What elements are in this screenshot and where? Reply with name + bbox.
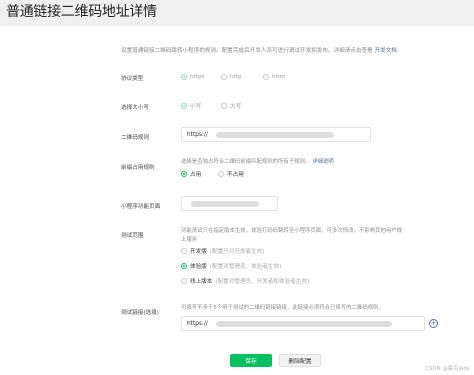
- protocol-option-label: http: [230, 74, 242, 80]
- test-scope-hint-line: 功能测试只在指定版本生效，体验打码码跳转至小程序页面，可多次修改，不影响其他用户…: [181, 228, 403, 234]
- test-scope-option-label: 开发版: [190, 249, 207, 255]
- prefix-hint-text: 选择是否独占符合二维码前缀匹配规则的所有子规则。: [181, 159, 311, 165]
- test-scope-option-release[interactable]: 线上版本 (配置对管理员、开发者和体验者生效): [181, 277, 309, 285]
- radio-icon: [218, 171, 224, 177]
- redacted-text: [215, 131, 334, 138]
- protocol-option-https[interactable]: https: [181, 74, 204, 80]
- protocol-option-http[interactable]: http: [221, 74, 241, 80]
- dev-docs-link[interactable]: 开发文档: [375, 48, 397, 54]
- test-scope-option-label: 体验版: [190, 264, 207, 270]
- case-option-upper[interactable]: 大写: [221, 102, 241, 110]
- radio-checked-icon: [181, 103, 187, 109]
- page-description: 设置普通链接二维码跳转小程序的规则。配置完成后开发人员可进行调试开发和发布。详细…: [121, 46, 397, 54]
- qr-rule-input[interactable]: https://: [181, 127, 371, 142]
- prefix-option-not-occupy[interactable]: 不占用: [218, 170, 244, 178]
- radio-checked-icon: [181, 171, 187, 177]
- test-link-label: 测试链接(选填): [121, 310, 159, 316]
- page-func-input[interactable]: [181, 196, 278, 211]
- radio-icon: [181, 248, 187, 254]
- case-option-label: 小写: [190, 104, 202, 110]
- redacted-text: [191, 200, 259, 207]
- prefix-option-occupy[interactable]: 占用: [181, 170, 201, 178]
- page-title: 普通链接二维码地址详情: [6, 4, 157, 20]
- prefix-detail-link[interactable]: 详细说明: [312, 159, 334, 165]
- protocol-label: 协议类型: [121, 76, 144, 82]
- test-scope-option-note: (配置对管理员、开发者和体验者生效): [215, 279, 310, 285]
- radio-icon: [263, 74, 269, 80]
- case-option-lower[interactable]: 小写: [181, 102, 201, 110]
- case-option-label: 大写: [230, 104, 242, 110]
- protocol-option-html[interactable]: html: [263, 74, 285, 80]
- test-scope-label: 测试范围: [121, 233, 144, 239]
- test-scope-option-note: (配置只对开发者生效): [209, 249, 265, 255]
- test-scope-option-dev[interactable]: 开发版 (配置只对开发者生效): [181, 247, 265, 255]
- prefix-hint: 选择是否独占符合二维码前缀匹配规则的所有子规则。 详细说明: [181, 158, 334, 167]
- qr-rule-value: https://: [187, 131, 208, 138]
- delete-config-button[interactable]: 删除配置: [279, 354, 321, 367]
- test-scope-option-label: 线上版本: [190, 279, 213, 285]
- add-link-icon[interactable]: +: [429, 319, 438, 328]
- description-text: 设置普通链接二维码跳转小程序的规则。配置完成后开发人员可进行调试开发和发布。详细…: [121, 48, 373, 54]
- save-button[interactable]: 保存: [230, 354, 272, 367]
- protocol-option-label: html: [272, 74, 285, 80]
- watermark: CSDN @晨鸟Jady: [425, 366, 470, 372]
- page-func-label: 小程序功能页面: [121, 204, 161, 210]
- redacted-text: [215, 320, 392, 327]
- test-link-hint: 可填写不多于5个用于测试的二维码链接链接，此链接必须符合已填写的二维码规则。: [181, 305, 384, 311]
- prefix-option-label: 占用: [190, 172, 202, 178]
- test-scope-option-note: (配置对管理员、体验者生效): [209, 264, 282, 270]
- radio-checked-icon: [181, 263, 187, 269]
- prefix-option-label: 不占用: [227, 172, 244, 178]
- radio-icon: [221, 103, 227, 109]
- qr-rule-label: 二维码规则: [121, 135, 149, 141]
- radio-icon: [181, 278, 187, 284]
- test-scope-hint-line: 上服务: [181, 237, 198, 243]
- test-scope-hint: 功能测试只在指定版本生效，体验打码码跳转至小程序页面，可多次修改，不影响其他用户…: [181, 227, 402, 245]
- prefix-label: 前缀占用规则: [121, 165, 155, 171]
- test-link-value: https://: [187, 320, 208, 327]
- radio-icon: [221, 74, 227, 80]
- radio-checked-icon: [181, 74, 187, 80]
- test-link-input[interactable]: https://: [181, 316, 425, 331]
- case-label: 选择大小写: [121, 105, 149, 111]
- test-scope-option-trial[interactable]: 体验版 (配置对管理员、体验者生效): [181, 262, 281, 270]
- protocol-option-label: https: [190, 74, 205, 80]
